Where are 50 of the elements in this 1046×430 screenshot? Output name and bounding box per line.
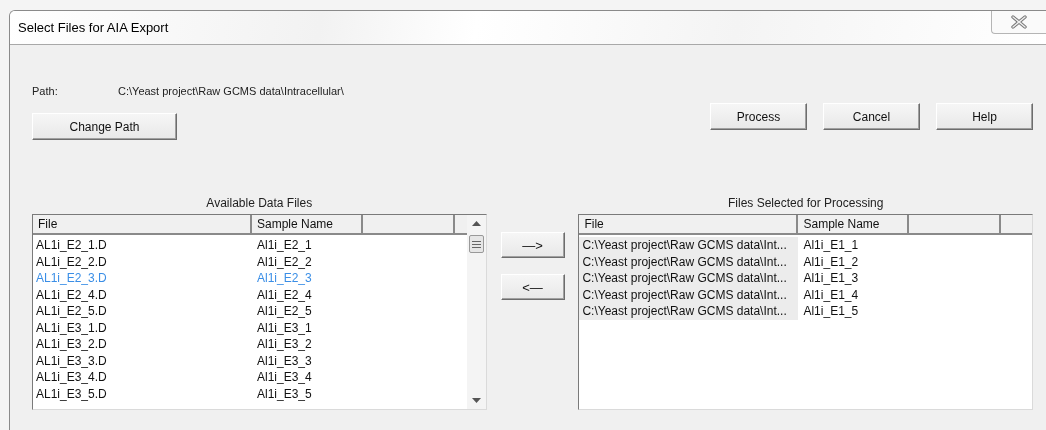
scroll-down-icon[interactable]	[471, 398, 481, 403]
transfer-button[interactable]: <—	[500, 274, 565, 300]
table-cell-text: AL1i_E3_1.D	[35, 319, 108, 336]
table-cell-text: AL1i_E3_2.D	[35, 336, 108, 353]
scroll-up-icon[interactable]	[471, 221, 481, 226]
table-cell-text: AL1i_E2_3.D	[35, 270, 108, 287]
column-header[interactable]: File	[579, 215, 799, 233]
table-cell: C:\Yeast project\Raw GCMS data\Int...	[579, 303, 799, 320]
table-cell-text: AL1i_E2_1.D	[35, 237, 108, 254]
table-cell-text: Al1i_E2_4	[256, 286, 313, 303]
table-cell: C:\Yeast project\Raw GCMS data\Int...	[579, 270, 799, 287]
table-cell-text: AL1i_E2_5.D	[35, 303, 108, 320]
table-cell-text: Al1i_E3_2	[256, 336, 313, 353]
path-value: C:\Yeast project\Raw GCMS data\Intracellular\	[118, 85, 344, 97]
window-title: Select Files for AIA Export	[18, 20, 169, 35]
table-cell-text: Al1i_E2_5	[256, 303, 313, 320]
table-cell-text: Al1i_E1_1	[802, 237, 860, 254]
table-cell-text: Al1i_E1_5	[802, 303, 860, 320]
table-cell-text: Al1i_E3_3	[256, 352, 313, 369]
table-cell-text: Al1i_E3_5	[256, 385, 313, 402]
table-cell-text: Al1i_E2_2	[256, 253, 313, 270]
change-path-button[interactable]: Change Path	[32, 113, 177, 140]
action-button[interactable]: Cancel	[823, 103, 920, 130]
close-button[interactable]	[991, 11, 1046, 34]
table-cell-text: AL1i_E3_3.D	[35, 352, 108, 369]
scroll-thumb[interactable]	[468, 235, 484, 253]
table-cell-text: Al1i_E1_4	[802, 286, 860, 303]
table-cell: C:\Yeast project\Raw GCMS data\Int...	[579, 237, 799, 254]
table-cell-text: AL1i_E3_5.D	[35, 385, 108, 402]
table-cell-text: AL1i_E3_4.D	[35, 369, 108, 386]
column-header[interactable]: Sample Name	[798, 215, 910, 233]
list-heading: Available Data Files	[205, 196, 314, 212]
close-icon	[1009, 15, 1029, 29]
table-cell-text: Al1i_E3_1	[256, 319, 313, 336]
list-heading: Files Selected for Processing	[727, 196, 885, 212]
transfer-button[interactable]: —>	[500, 232, 565, 258]
scrollbar[interactable]	[466, 215, 486, 409]
action-button[interactable]: Help	[936, 103, 1033, 130]
action-button[interactable]: Process	[710, 103, 807, 130]
column-header[interactable]: Sample Name	[252, 215, 363, 233]
column-header[interactable]: File	[33, 215, 252, 233]
table-cell-text: Al1i_E1_2	[802, 253, 860, 270]
table-cell-text: Al1i_E3_4	[256, 369, 313, 386]
table-cell-text: AL1i_E2_2.D	[35, 253, 108, 270]
table-cell-text: Al1i_E1_3	[802, 270, 860, 287]
path-label: Path:	[32, 85, 59, 97]
table-cell-text: Al1i_E2_1	[256, 237, 313, 254]
table-cell-text: Al1i_E2_3	[256, 270, 313, 287]
table-cell-text: AL1i_E2_4.D	[35, 286, 108, 303]
grip-icon	[471, 240, 481, 248]
